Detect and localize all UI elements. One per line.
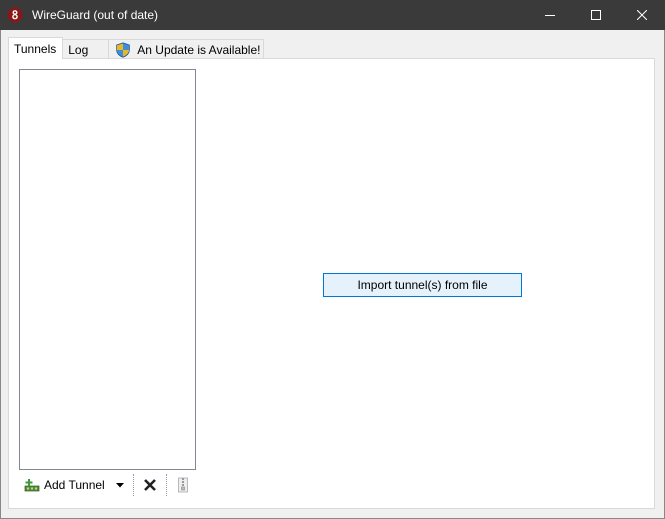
tab-label: An Update is Available! [137,42,261,57]
toolbar-separator [132,474,134,496]
window-title: WireGuard (out of date) [32,8,159,22]
tab-tunnels[interactable]: Tunnels [8,37,64,59]
shield-icon [116,41,131,58]
tab-bar: Tunnels Log An Update is Available! [8,37,265,59]
tab-label: Log [68,42,89,57]
chevron-down-icon [115,482,124,487]
close-icon [637,10,647,20]
toolbar-separator [165,474,167,496]
export-icon [177,477,188,493]
title-bar: WireGuard (out of date) [0,0,665,30]
minimize-icon [545,15,555,16]
delete-tunnel-button[interactable] [140,473,160,497]
tunnels-panel: Import tunnel(s) from file [8,58,655,509]
maximize-icon [591,10,601,20]
wireguard-logo-icon [0,0,30,30]
maximize-button[interactable] [573,0,619,30]
add-tunnel-dropdown[interactable] [113,473,127,497]
tab-update[interactable]: An Update is Available! [108,39,265,59]
add-tunnel-button[interactable]: Add Tunnel [18,473,109,497]
add-tunnel-label: Add Tunnel [44,478,105,492]
delete-icon [143,479,156,491]
minimize-button[interactable] [527,0,573,30]
tunnel-list[interactable] [19,69,196,470]
tab-label: Tunnels [14,41,57,56]
close-button[interactable] [619,0,665,30]
import-tunnels-button[interactable]: Import tunnel(s) from file [323,273,522,297]
add-tunnel-icon [24,479,40,492]
export-tunnels-button[interactable] [173,473,193,497]
tab-log[interactable]: Log [62,39,110,59]
tunnel-toolbar: Add Tunnel [18,473,193,497]
